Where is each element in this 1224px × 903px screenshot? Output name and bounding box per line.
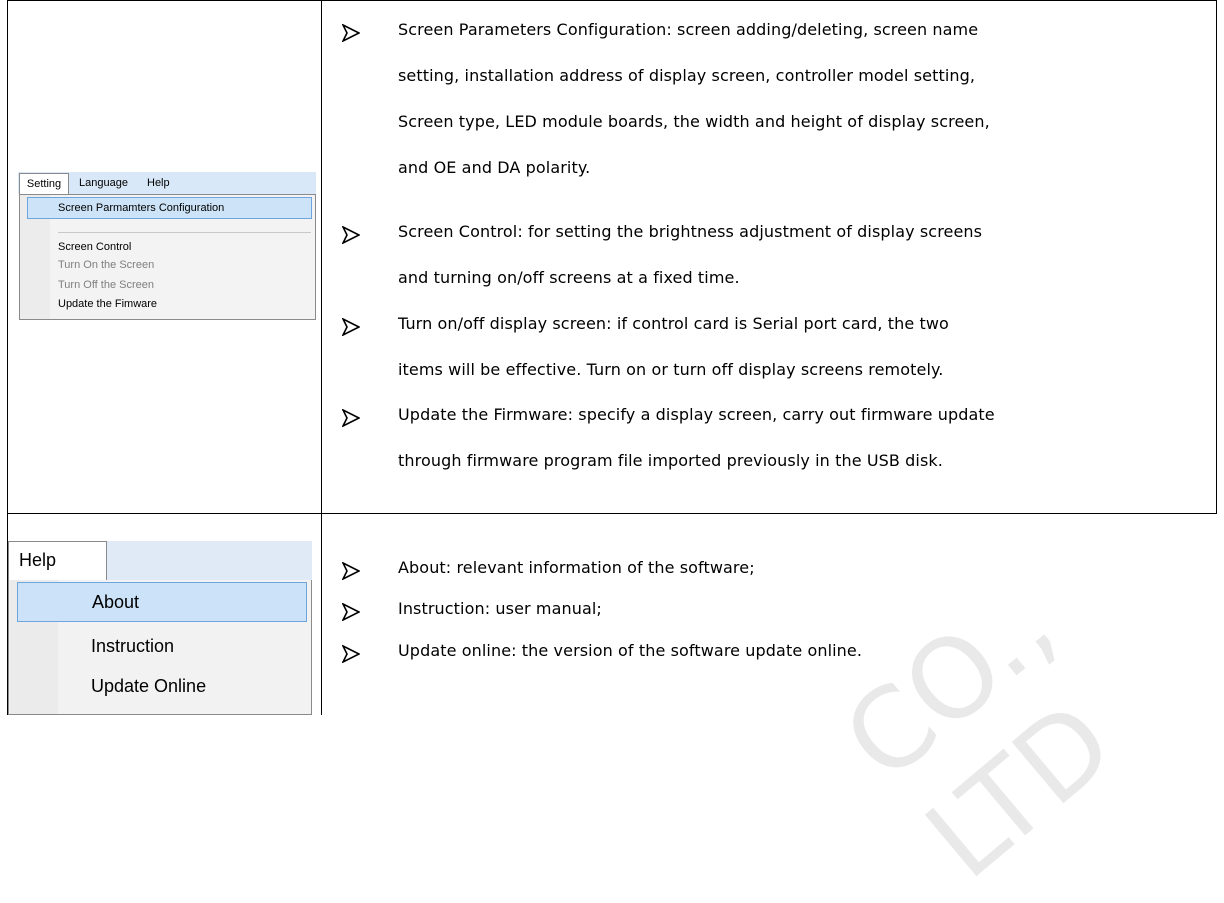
help-dropdown: About Instruction Update Online: [8, 580, 312, 715]
menu-separator: [58, 232, 311, 233]
menu-item-instruction[interactable]: Instruction: [17, 626, 307, 666]
description-line: Screen type, LED module boards, the widt…: [398, 112, 990, 131]
menu-item-screen-parameters-configuration[interactable]: Screen Parmamters Configuration: [27, 197, 312, 219]
arrow-bullet-icon: [342, 318, 360, 336]
setting-dropdown: Screen Parmamters Configuration Screen C…: [19, 194, 316, 320]
menu-tab-help[interactable]: Help: [8, 541, 107, 581]
arrow-bullet-icon: [342, 562, 360, 580]
description-line: through firmware program file imported p…: [398, 451, 943, 470]
menu-bar: [107, 541, 312, 581]
menu-item-screen-control[interactable]: Screen Control: [27, 237, 312, 257]
menu-tab-help[interactable]: Help: [147, 173, 170, 195]
description-line: items will be effective. Turn on or turn…: [398, 360, 944, 379]
arrow-bullet-icon: [342, 409, 360, 427]
arrow-bullet-icon: [342, 645, 360, 663]
description-line: Screen Control: for setting the brightne…: [398, 222, 983, 241]
description-line: Update the Firmware: specify a display s…: [398, 405, 995, 424]
setting-menu-screenshot: Setting Language Help Screen Parmamters …: [18, 172, 316, 320]
menu-item-turn-on-screen[interactable]: Turn On the Screen: [27, 255, 312, 275]
menu-item-update-firmware[interactable]: Update the Fimware: [27, 294, 312, 314]
menu-item-update-online[interactable]: Update Online: [17, 666, 307, 706]
arrow-bullet-icon: [342, 603, 360, 621]
description-line: and turning on/off screens at a fixed ti…: [398, 268, 740, 287]
help-menu-screenshot: Help About Instruction Update Online: [8, 541, 312, 715]
arrow-bullet-icon: [342, 226, 360, 244]
description-line: setting, installation address of display…: [398, 66, 976, 85]
description-line: About: relevant information of the softw…: [398, 558, 755, 577]
description-line: Instruction: user manual;: [398, 599, 602, 618]
description-line: Update online: the version of the softwa…: [398, 641, 863, 660]
description-line: Screen Parameters Configuration: screen …: [398, 20, 979, 39]
arrow-bullet-icon: [342, 24, 360, 42]
menu-item-about[interactable]: About: [17, 582, 307, 622]
menu-item-turn-off-screen[interactable]: Turn Off the Screen: [27, 275, 312, 295]
description-line: Turn on/off display screen: if control c…: [398, 314, 949, 333]
description-line: and OE and DA polarity.: [398, 158, 591, 177]
menu-tab-setting[interactable]: Setting: [19, 173, 69, 195]
menu-tab-language[interactable]: Language: [79, 173, 128, 195]
